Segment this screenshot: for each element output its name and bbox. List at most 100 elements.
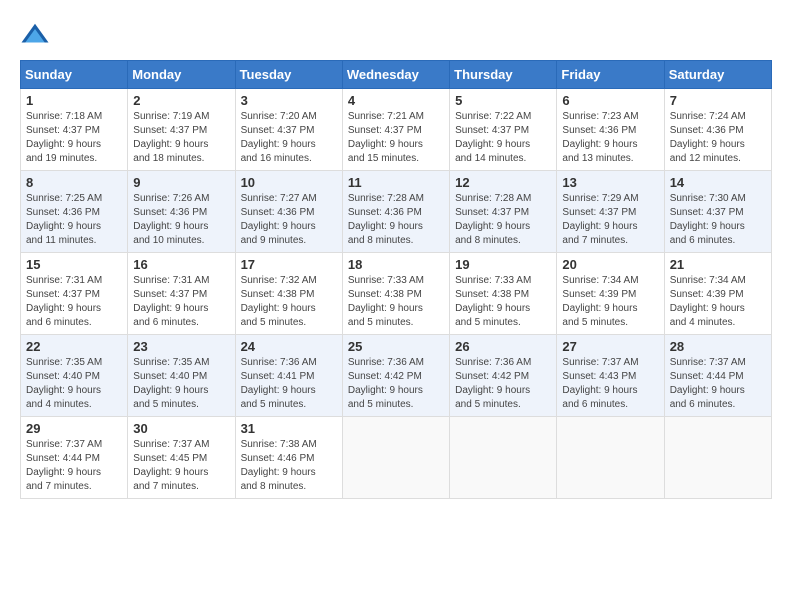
calendar-cell: 2 Sunrise: 7:19 AM Sunset: 4:37 PM Daylig… — [128, 89, 235, 171]
calendar-cell — [342, 417, 449, 499]
calendar-table: SundayMondayTuesdayWednesdayThursdayFrid… — [20, 60, 772, 499]
cell-info: Sunrise: 7:27 AM Sunset: 4:36 PM Dayligh… — [241, 192, 337, 248]
cell-info: Sunrise: 7:22 AM Sunset: 4:37 PM Dayligh… — [455, 110, 551, 166]
cell-info: Sunrise: 7:31 AM Sunset: 4:37 PM Dayligh… — [133, 274, 229, 330]
cell-info: Sunrise: 7:28 AM Sunset: 4:37 PM Dayligh… — [455, 192, 551, 248]
cell-info: Sunrise: 7:32 AM Sunset: 4:38 PM Dayligh… — [241, 274, 337, 330]
calendar-cell: 12 Sunrise: 7:28 AM Sunset: 4:37 PM Dayli… — [450, 171, 557, 253]
calendar-cell: 18 Sunrise: 7:33 AM Sunset: 4:38 PM Dayli… — [342, 253, 449, 335]
cell-info: Sunrise: 7:23 AM Sunset: 4:36 PM Dayligh… — [562, 110, 658, 166]
day-number: 26 — [455, 339, 551, 354]
calendar-cell: 1Sunrise: 7:18 AM Sunset: 4:37 PM Daylig… — [21, 89, 128, 171]
cell-info: Sunrise: 7:30 AM Sunset: 4:37 PM Dayligh… — [670, 192, 766, 248]
cell-info: Sunrise: 7:19 AM Sunset: 4:37 PM Dayligh… — [133, 110, 229, 166]
header-friday: Friday — [557, 61, 664, 89]
day-number: 12 — [455, 175, 551, 190]
calendar-cell: 23 Sunrise: 7:35 AM Sunset: 4:40 PM Dayli… — [128, 335, 235, 417]
cell-info: Sunrise: 7:18 AM Sunset: 4:37 PM Dayligh… — [26, 110, 122, 166]
cell-info: Sunrise: 7:29 AM Sunset: 4:37 PM Dayligh… — [562, 192, 658, 248]
day-number: 6 — [562, 93, 658, 108]
calendar-cell: 7 Sunrise: 7:24 AM Sunset: 4:36 PM Daylig… — [664, 89, 771, 171]
cell-info: Sunrise: 7:36 AM Sunset: 4:42 PM Dayligh… — [348, 356, 444, 412]
cell-info: Sunrise: 7:28 AM Sunset: 4:36 PM Dayligh… — [348, 192, 444, 248]
cell-info: Sunrise: 7:37 AM Sunset: 4:43 PM Dayligh… — [562, 356, 658, 412]
calendar-cell — [450, 417, 557, 499]
calendar-cell: 26 Sunrise: 7:36 AM Sunset: 4:42 PM Dayli… — [450, 335, 557, 417]
day-number: 7 — [670, 93, 766, 108]
calendar-cell: 15Sunrise: 7:31 AM Sunset: 4:37 PM Dayli… — [21, 253, 128, 335]
header-saturday: Saturday — [664, 61, 771, 89]
calendar-week-4: 22Sunrise: 7:35 AM Sunset: 4:40 PM Dayli… — [21, 335, 772, 417]
cell-info: Sunrise: 7:33 AM Sunset: 4:38 PM Dayligh… — [348, 274, 444, 330]
calendar-cell: 16 Sunrise: 7:31 AM Sunset: 4:37 PM Dayli… — [128, 253, 235, 335]
day-number: 4 — [348, 93, 444, 108]
calendar-week-1: 1Sunrise: 7:18 AM Sunset: 4:37 PM Daylig… — [21, 89, 772, 171]
day-number: 11 — [348, 175, 444, 190]
day-number: 23 — [133, 339, 229, 354]
calendar-cell: 8 Sunrise: 7:25 AM Sunset: 4:36 PM Daylig… — [21, 171, 128, 253]
calendar-cell: 22Sunrise: 7:35 AM Sunset: 4:40 PM Dayli… — [21, 335, 128, 417]
cell-info: Sunrise: 7:35 AM Sunset: 4:40 PM Dayligh… — [26, 356, 122, 412]
cell-info: Sunrise: 7:37 AM Sunset: 4:44 PM Dayligh… — [670, 356, 766, 412]
cell-info: Sunrise: 7:31 AM Sunset: 4:37 PM Dayligh… — [26, 274, 122, 330]
header-wednesday: Wednesday — [342, 61, 449, 89]
calendar-cell: 11 Sunrise: 7:28 AM Sunset: 4:36 PM Dayli… — [342, 171, 449, 253]
calendar-cell: 28 Sunrise: 7:37 AM Sunset: 4:44 PM Dayli… — [664, 335, 771, 417]
cell-info: Sunrise: 7:37 AM Sunset: 4:44 PM Dayligh… — [26, 438, 122, 494]
day-number: 31 — [241, 421, 337, 436]
calendar-header-row: SundayMondayTuesdayWednesdayThursdayFrid… — [21, 61, 772, 89]
day-number: 30 — [133, 421, 229, 436]
cell-info: Sunrise: 7:33 AM Sunset: 4:38 PM Dayligh… — [455, 274, 551, 330]
calendar-cell: 3 Sunrise: 7:20 AM Sunset: 4:37 PM Daylig… — [235, 89, 342, 171]
cell-info: Sunrise: 7:20 AM Sunset: 4:37 PM Dayligh… — [241, 110, 337, 166]
calendar-cell: 30 Sunrise: 7:37 AM Sunset: 4:45 PM Dayli… — [128, 417, 235, 499]
calendar-cell: 19 Sunrise: 7:33 AM Sunset: 4:38 PM Dayli… — [450, 253, 557, 335]
calendar-week-2: 8 Sunrise: 7:25 AM Sunset: 4:36 PM Daylig… — [21, 171, 772, 253]
cell-info: Sunrise: 7:36 AM Sunset: 4:41 PM Dayligh… — [241, 356, 337, 412]
day-number: 18 — [348, 257, 444, 272]
calendar-cell: 5 Sunrise: 7:22 AM Sunset: 4:37 PM Daylig… — [450, 89, 557, 171]
day-number: 27 — [562, 339, 658, 354]
calendar-cell: 29Sunrise: 7:37 AM Sunset: 4:44 PM Dayli… — [21, 417, 128, 499]
cell-info: Sunrise: 7:25 AM Sunset: 4:36 PM Dayligh… — [26, 192, 122, 248]
day-number: 14 — [670, 175, 766, 190]
cell-info: Sunrise: 7:38 AM Sunset: 4:46 PM Dayligh… — [241, 438, 337, 494]
calendar-cell: 17 Sunrise: 7:32 AM Sunset: 4:38 PM Dayli… — [235, 253, 342, 335]
day-number: 28 — [670, 339, 766, 354]
calendar-week-5: 29Sunrise: 7:37 AM Sunset: 4:44 PM Dayli… — [21, 417, 772, 499]
day-number: 13 — [562, 175, 658, 190]
calendar-cell: 4Sunrise: 7:21 AM Sunset: 4:37 PM Daylig… — [342, 89, 449, 171]
calendar-cell: 9 Sunrise: 7:26 AM Sunset: 4:36 PM Daylig… — [128, 171, 235, 253]
header-tuesday: Tuesday — [235, 61, 342, 89]
calendar-cell: 21Sunrise: 7:34 AM Sunset: 4:39 PM Dayli… — [664, 253, 771, 335]
cell-info: Sunrise: 7:24 AM Sunset: 4:36 PM Dayligh… — [670, 110, 766, 166]
cell-info: Sunrise: 7:35 AM Sunset: 4:40 PM Dayligh… — [133, 356, 229, 412]
cell-info: Sunrise: 7:34 AM Sunset: 4:39 PM Dayligh… — [562, 274, 658, 330]
day-number: 20 — [562, 257, 658, 272]
calendar-cell — [664, 417, 771, 499]
calendar-cell: 24 Sunrise: 7:36 AM Sunset: 4:41 PM Dayli… — [235, 335, 342, 417]
day-number: 2 — [133, 93, 229, 108]
cell-info: Sunrise: 7:26 AM Sunset: 4:36 PM Dayligh… — [133, 192, 229, 248]
logo-icon — [20, 20, 50, 50]
day-number: 9 — [133, 175, 229, 190]
page-header — [20, 20, 772, 50]
header-sunday: Sunday — [21, 61, 128, 89]
day-number: 16 — [133, 257, 229, 272]
calendar-week-3: 15Sunrise: 7:31 AM Sunset: 4:37 PM Dayli… — [21, 253, 772, 335]
day-number: 24 — [241, 339, 337, 354]
cell-info: Sunrise: 7:37 AM Sunset: 4:45 PM Dayligh… — [133, 438, 229, 494]
day-number: 25 — [348, 339, 444, 354]
cell-info: Sunrise: 7:36 AM Sunset: 4:42 PM Dayligh… — [455, 356, 551, 412]
day-number: 19 — [455, 257, 551, 272]
logo — [20, 20, 54, 50]
day-number: 3 — [241, 93, 337, 108]
calendar-cell: 10Sunrise: 7:27 AM Sunset: 4:36 PM Dayli… — [235, 171, 342, 253]
day-number: 17 — [241, 257, 337, 272]
header-thursday: Thursday — [450, 61, 557, 89]
day-number: 5 — [455, 93, 551, 108]
day-number: 8 — [26, 175, 122, 190]
calendar-cell: 31 Sunrise: 7:38 AM Sunset: 4:46 PM Dayli… — [235, 417, 342, 499]
calendar-cell: 27 Sunrise: 7:37 AM Sunset: 4:43 PM Dayli… — [557, 335, 664, 417]
calendar-cell: 14 Sunrise: 7:30 AM Sunset: 4:37 PM Dayli… — [664, 171, 771, 253]
